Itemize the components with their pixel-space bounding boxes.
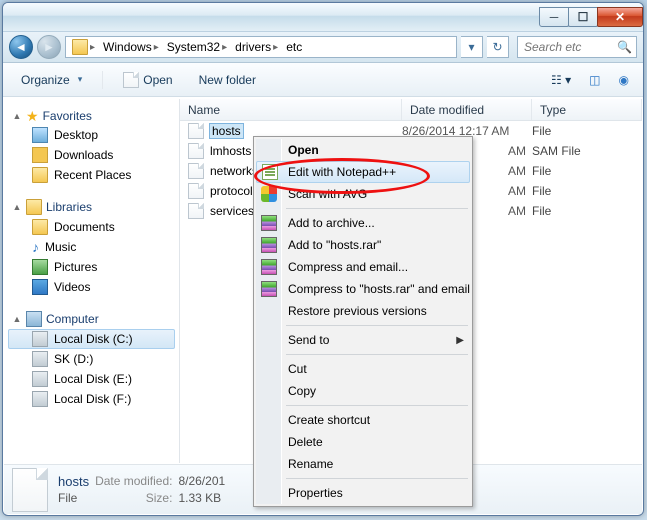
menu-open[interactable]: Open <box>256 139 470 161</box>
address-bar: ◄ ► ▸ Windows▸ System32▸ drivers▸ etc ▾ … <box>3 31 643 63</box>
sidebar-item-downloads[interactable]: Downloads <box>8 145 175 165</box>
breadcrumb-item[interactable]: System32▸ <box>163 37 231 57</box>
sidebar-group-libraries[interactable]: ▲Libraries <box>8 197 175 217</box>
menu-restore-previous[interactable]: Restore previous versions <box>256 300 470 322</box>
navigation-pane: ▲★Favorites Desktop Downloads Recent Pla… <box>4 99 180 463</box>
winrar-icon <box>261 259 277 275</box>
file-icon <box>188 183 204 199</box>
sidebar-item-pictures[interactable]: Pictures <box>8 257 175 277</box>
file-icon <box>188 163 204 179</box>
file-icon <box>12 468 48 512</box>
menu-delete[interactable]: Delete <box>256 431 470 453</box>
close-button[interactable]: ✕ <box>597 7 643 27</box>
sidebar-item-documents[interactable]: Documents <box>8 217 175 237</box>
videos-icon <box>32 279 48 295</box>
menu-rename[interactable]: Rename <box>256 453 470 475</box>
menu-properties[interactable]: Properties <box>256 482 470 504</box>
menu-send-to[interactable]: Send to▶ <box>256 329 470 351</box>
downloads-icon <box>32 147 48 163</box>
column-name[interactable]: Name <box>180 99 402 120</box>
folder-icon <box>72 39 88 55</box>
sidebar-item-local-disk-c[interactable]: Local Disk (C:) <box>8 329 175 349</box>
breadcrumb-item[interactable]: etc <box>282 37 306 57</box>
menu-compress-email[interactable]: Compress and email... <box>256 256 470 278</box>
breadcrumb[interactable]: ▸ Windows▸ System32▸ drivers▸ etc <box>65 36 457 58</box>
notepadpp-icon <box>262 164 278 180</box>
open-button[interactable]: Open <box>113 68 182 92</box>
sidebar-item-recent[interactable]: Recent Places <box>8 165 175 185</box>
menu-copy[interactable]: Copy <box>256 380 470 402</box>
winrar-icon <box>261 281 277 297</box>
nav-forward-button[interactable]: ► <box>37 35 61 59</box>
desktop-icon <box>32 127 48 143</box>
menu-add-archive[interactable]: Add to archive... <box>256 212 470 234</box>
file-icon <box>188 203 204 219</box>
breadcrumb-item[interactable]: drivers▸ <box>231 37 282 57</box>
sidebar-item-music[interactable]: ♪Music <box>8 237 175 257</box>
avg-icon <box>261 186 277 202</box>
disk-icon <box>32 391 48 407</box>
details-size-value: 1.33 KB <box>178 491 225 505</box>
details-size-label: Size: <box>95 491 172 505</box>
file-icon <box>188 123 204 139</box>
maximize-button[interactable]: ☐ <box>568 7 598 27</box>
disk-icon <box>32 331 48 347</box>
winrar-icon <box>261 215 277 231</box>
sidebar-item-local-disk-f[interactable]: Local Disk (F:) <box>8 389 175 409</box>
menu-create-shortcut[interactable]: Create shortcut <box>256 409 470 431</box>
sidebar-item-sk-d[interactable]: SK (D:) <box>8 349 175 369</box>
details-date-label: Date modified: <box>95 474 172 489</box>
search-box[interactable]: 🔍 <box>517 36 637 58</box>
folder-icon <box>32 219 48 235</box>
menu-edit-notepad-plus-plus[interactable]: Edit with Notepad++ <box>256 161 470 183</box>
file-icon <box>123 72 139 88</box>
menu-scan-avg[interactable]: Scan with AVG <box>256 183 470 205</box>
column-type[interactable]: Type <box>532 99 642 120</box>
view-options-button[interactable]: ☷ ▾ <box>545 69 577 91</box>
recent-icon <box>32 167 48 183</box>
sidebar-item-videos[interactable]: Videos <box>8 277 175 297</box>
column-date[interactable]: Date modified <box>402 99 532 120</box>
search-input[interactable] <box>522 39 613 55</box>
address-dropdown-button[interactable]: ▾ <box>461 36 483 58</box>
music-icon: ♪ <box>32 239 39 255</box>
menu-add-hosts-rar[interactable]: Add to "hosts.rar" <box>256 234 470 256</box>
command-bar: Organize Open New folder ☷ ▾ ◫ ◉ <box>3 63 643 97</box>
refresh-button[interactable]: ↻ <box>487 36 509 58</box>
organize-button[interactable]: Organize <box>11 69 92 91</box>
new-folder-button[interactable]: New folder <box>189 69 266 91</box>
preview-pane-button[interactable]: ◫ <box>583 69 606 91</box>
disk-icon <box>32 371 48 387</box>
breadcrumb-item[interactable]: Windows▸ <box>99 37 163 57</box>
nav-back-button[interactable]: ◄ <box>9 35 33 59</box>
titlebar[interactable]: ─ ☐ ✕ <box>3 3 643 31</box>
computer-icon <box>26 311 42 327</box>
column-headers[interactable]: Name Date modified Type <box>180 99 642 121</box>
search-icon: 🔍 <box>617 40 632 54</box>
star-icon: ★ <box>26 109 39 123</box>
menu-cut[interactable]: Cut <box>256 358 470 380</box>
details-type: File <box>58 491 89 505</box>
help-button[interactable]: ◉ <box>613 69 635 91</box>
libraries-icon <box>26 199 42 215</box>
disk-icon <box>32 351 48 367</box>
minimize-button[interactable]: ─ <box>539 7 569 27</box>
context-menu: Open Edit with Notepad++ Scan with AVG A… <box>253 136 473 507</box>
sidebar-item-local-disk-e[interactable]: Local Disk (E:) <box>8 369 175 389</box>
winrar-icon <box>261 237 277 253</box>
sidebar-group-computer[interactable]: ▲Computer <box>8 309 175 329</box>
sidebar-group-favorites[interactable]: ▲★Favorites <box>8 107 175 125</box>
details-name: hosts <box>58 474 89 489</box>
menu-compress-to-email[interactable]: Compress to "hosts.rar" and email <box>256 278 470 300</box>
details-date-value: 8/26/201 <box>178 474 225 489</box>
sidebar-item-desktop[interactable]: Desktop <box>8 125 175 145</box>
file-icon <box>188 143 204 159</box>
pictures-icon <box>32 259 48 275</box>
